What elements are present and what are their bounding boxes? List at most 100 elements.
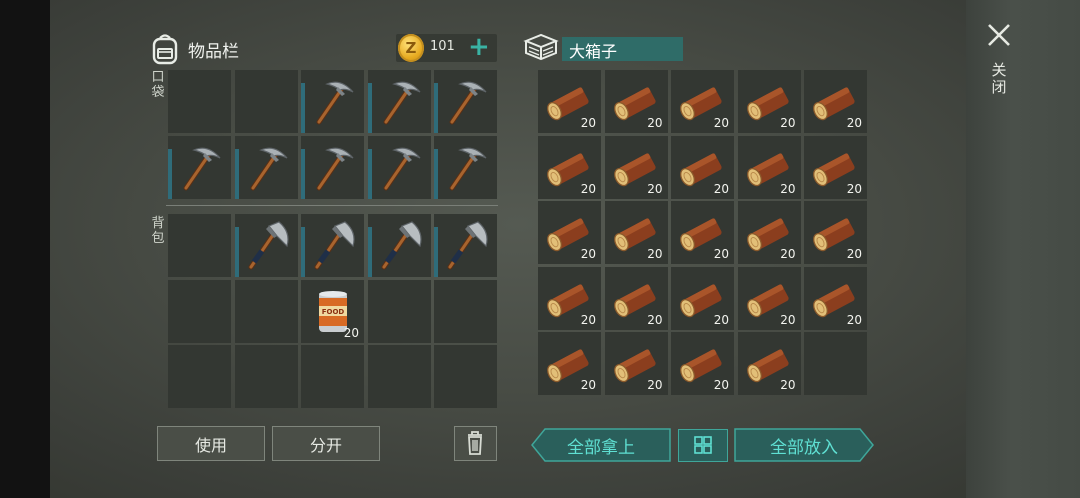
container-slot[interactable]: 20 xyxy=(804,135,867,199)
backpack-slot[interactable] xyxy=(168,214,231,277)
pickaxe-icon xyxy=(250,147,287,190)
pickaxe-icon xyxy=(449,147,487,190)
backpack-label: 背包 xyxy=(151,216,165,246)
container-slot[interactable] xyxy=(804,332,867,395)
crate-icon xyxy=(523,33,559,61)
container-slot[interactable]: 20 xyxy=(538,266,601,330)
container-slot[interactable]: 20 xyxy=(538,70,601,133)
item-quantity: 20 xyxy=(647,312,663,327)
item-quantity: 20 xyxy=(846,312,862,327)
item-quantity: 20 xyxy=(780,247,796,261)
item-quantity: 20 xyxy=(343,325,359,340)
close-icon[interactable] xyxy=(986,22,1012,48)
container-slot[interactable]: 20 xyxy=(737,70,801,133)
use-button[interactable]: 使用 xyxy=(157,426,265,461)
axe-icon xyxy=(447,221,488,270)
backpack-slot[interactable] xyxy=(434,214,497,277)
container-slot[interactable]: 20 xyxy=(737,266,801,330)
backpack-slot[interactable] xyxy=(301,214,364,277)
container-slot[interactable]: 20 xyxy=(604,135,668,199)
backpack-slot[interactable] xyxy=(367,345,431,408)
backpack-slot[interactable] xyxy=(168,345,231,408)
backpack-slot[interactable] xyxy=(301,345,364,408)
container-slot[interactable]: 20 xyxy=(804,70,867,133)
backpack-slot[interactable] xyxy=(234,214,298,277)
container-slot[interactable]: 20 xyxy=(671,135,734,199)
coin-icon: Z xyxy=(398,34,424,62)
section-divider xyxy=(166,205,498,206)
coin-counter: Z 101 + xyxy=(396,32,497,62)
backpack-slot[interactable] xyxy=(234,345,298,408)
pocket-slot[interactable] xyxy=(367,70,431,133)
container-slot[interactable]: 20 xyxy=(737,332,801,395)
sort-button[interactable] xyxy=(678,429,728,462)
container-slot[interactable]: 20 xyxy=(671,332,734,395)
container-slot[interactable]: 20 xyxy=(671,70,734,133)
pocket-slot[interactable] xyxy=(301,70,364,133)
item-quantity: 20 xyxy=(780,181,796,196)
item-quantity: 20 xyxy=(647,247,663,261)
sort-grid-icon xyxy=(694,436,712,454)
pocket-slot[interactable] xyxy=(168,70,231,133)
pickaxe-icon xyxy=(316,81,354,125)
take-all-button[interactable]: 全部拿上 xyxy=(531,428,671,462)
backpack-slot[interactable] xyxy=(367,214,431,277)
backpack-slot[interactable] xyxy=(434,279,497,343)
item-quantity: 20 xyxy=(647,181,663,196)
add-coins-button[interactable]: + xyxy=(468,32,490,62)
item-quantity: 20 xyxy=(846,181,862,196)
pocket-slot[interactable] xyxy=(434,70,497,133)
container-slot[interactable]: 20 xyxy=(671,266,734,330)
pocket-slot[interactable] xyxy=(434,135,497,199)
right-panel-strip xyxy=(966,0,1080,498)
item-quantity: 20 xyxy=(780,116,796,130)
container-slot[interactable]: 20 xyxy=(538,332,601,395)
container-slot[interactable]: 20 xyxy=(604,201,668,264)
item-quantity: 20 xyxy=(647,116,663,130)
item-quantity: 20 xyxy=(580,181,596,196)
container-slot[interactable]: 20 xyxy=(604,266,668,330)
split-button[interactable]: 分开 xyxy=(272,426,380,461)
item-quantity: 20 xyxy=(580,247,596,261)
item-quantity: 20 xyxy=(780,312,796,327)
backpack-icon xyxy=(152,34,178,65)
pocket-slot[interactable] xyxy=(367,135,431,199)
take-all-label: 全部拿上 xyxy=(567,437,635,458)
item-quantity: 20 xyxy=(713,247,729,261)
backpack-slot[interactable]: FOOD 20 xyxy=(301,279,364,343)
container-slot[interactable]: 20 xyxy=(737,135,801,199)
container-slot[interactable]: 20 xyxy=(737,201,801,264)
pocket-slot[interactable] xyxy=(234,70,298,133)
container-slot[interactable]: 20 xyxy=(538,201,601,264)
container-slot[interactable]: 20 xyxy=(604,332,668,395)
item-quantity: 20 xyxy=(713,181,729,196)
left-screen-edge xyxy=(0,0,50,498)
backpack-slot[interactable] xyxy=(234,279,298,343)
backpack-slot[interactable] xyxy=(367,279,431,343)
container-title: 大箱子 xyxy=(562,37,683,61)
item-quantity: 20 xyxy=(580,378,596,392)
pocket-slot[interactable] xyxy=(234,135,298,199)
put-all-label: 全部放入 xyxy=(770,437,838,458)
container-slot[interactable]: 20 xyxy=(804,266,867,330)
backpack-slot[interactable] xyxy=(168,279,231,343)
trash-button[interactable] xyxy=(454,426,497,461)
item-quantity: 20 xyxy=(846,116,862,130)
pocket-slot[interactable] xyxy=(301,135,364,199)
item-quantity: 20 xyxy=(780,378,796,392)
container-slot[interactable]: 20 xyxy=(604,70,668,133)
item-quantity: 20 xyxy=(713,378,729,392)
pocket-slot[interactable] xyxy=(168,135,231,199)
pocket-label: 口袋 xyxy=(151,70,165,100)
container-slot[interactable]: 20 xyxy=(538,135,601,199)
container-slot[interactable]: 20 xyxy=(671,201,734,264)
put-all-button[interactable]: 全部放入 xyxy=(734,428,874,462)
container-slot[interactable]: 20 xyxy=(804,201,867,264)
pickaxe-icon xyxy=(449,81,487,125)
axe-icon xyxy=(314,221,355,270)
backpack-slot[interactable] xyxy=(434,345,497,408)
item-quantity: 20 xyxy=(580,116,596,130)
inventory-title: 物品栏 xyxy=(188,41,239,62)
close-label[interactable]: 关闭 xyxy=(990,62,1008,96)
pickaxe-icon xyxy=(383,81,420,125)
